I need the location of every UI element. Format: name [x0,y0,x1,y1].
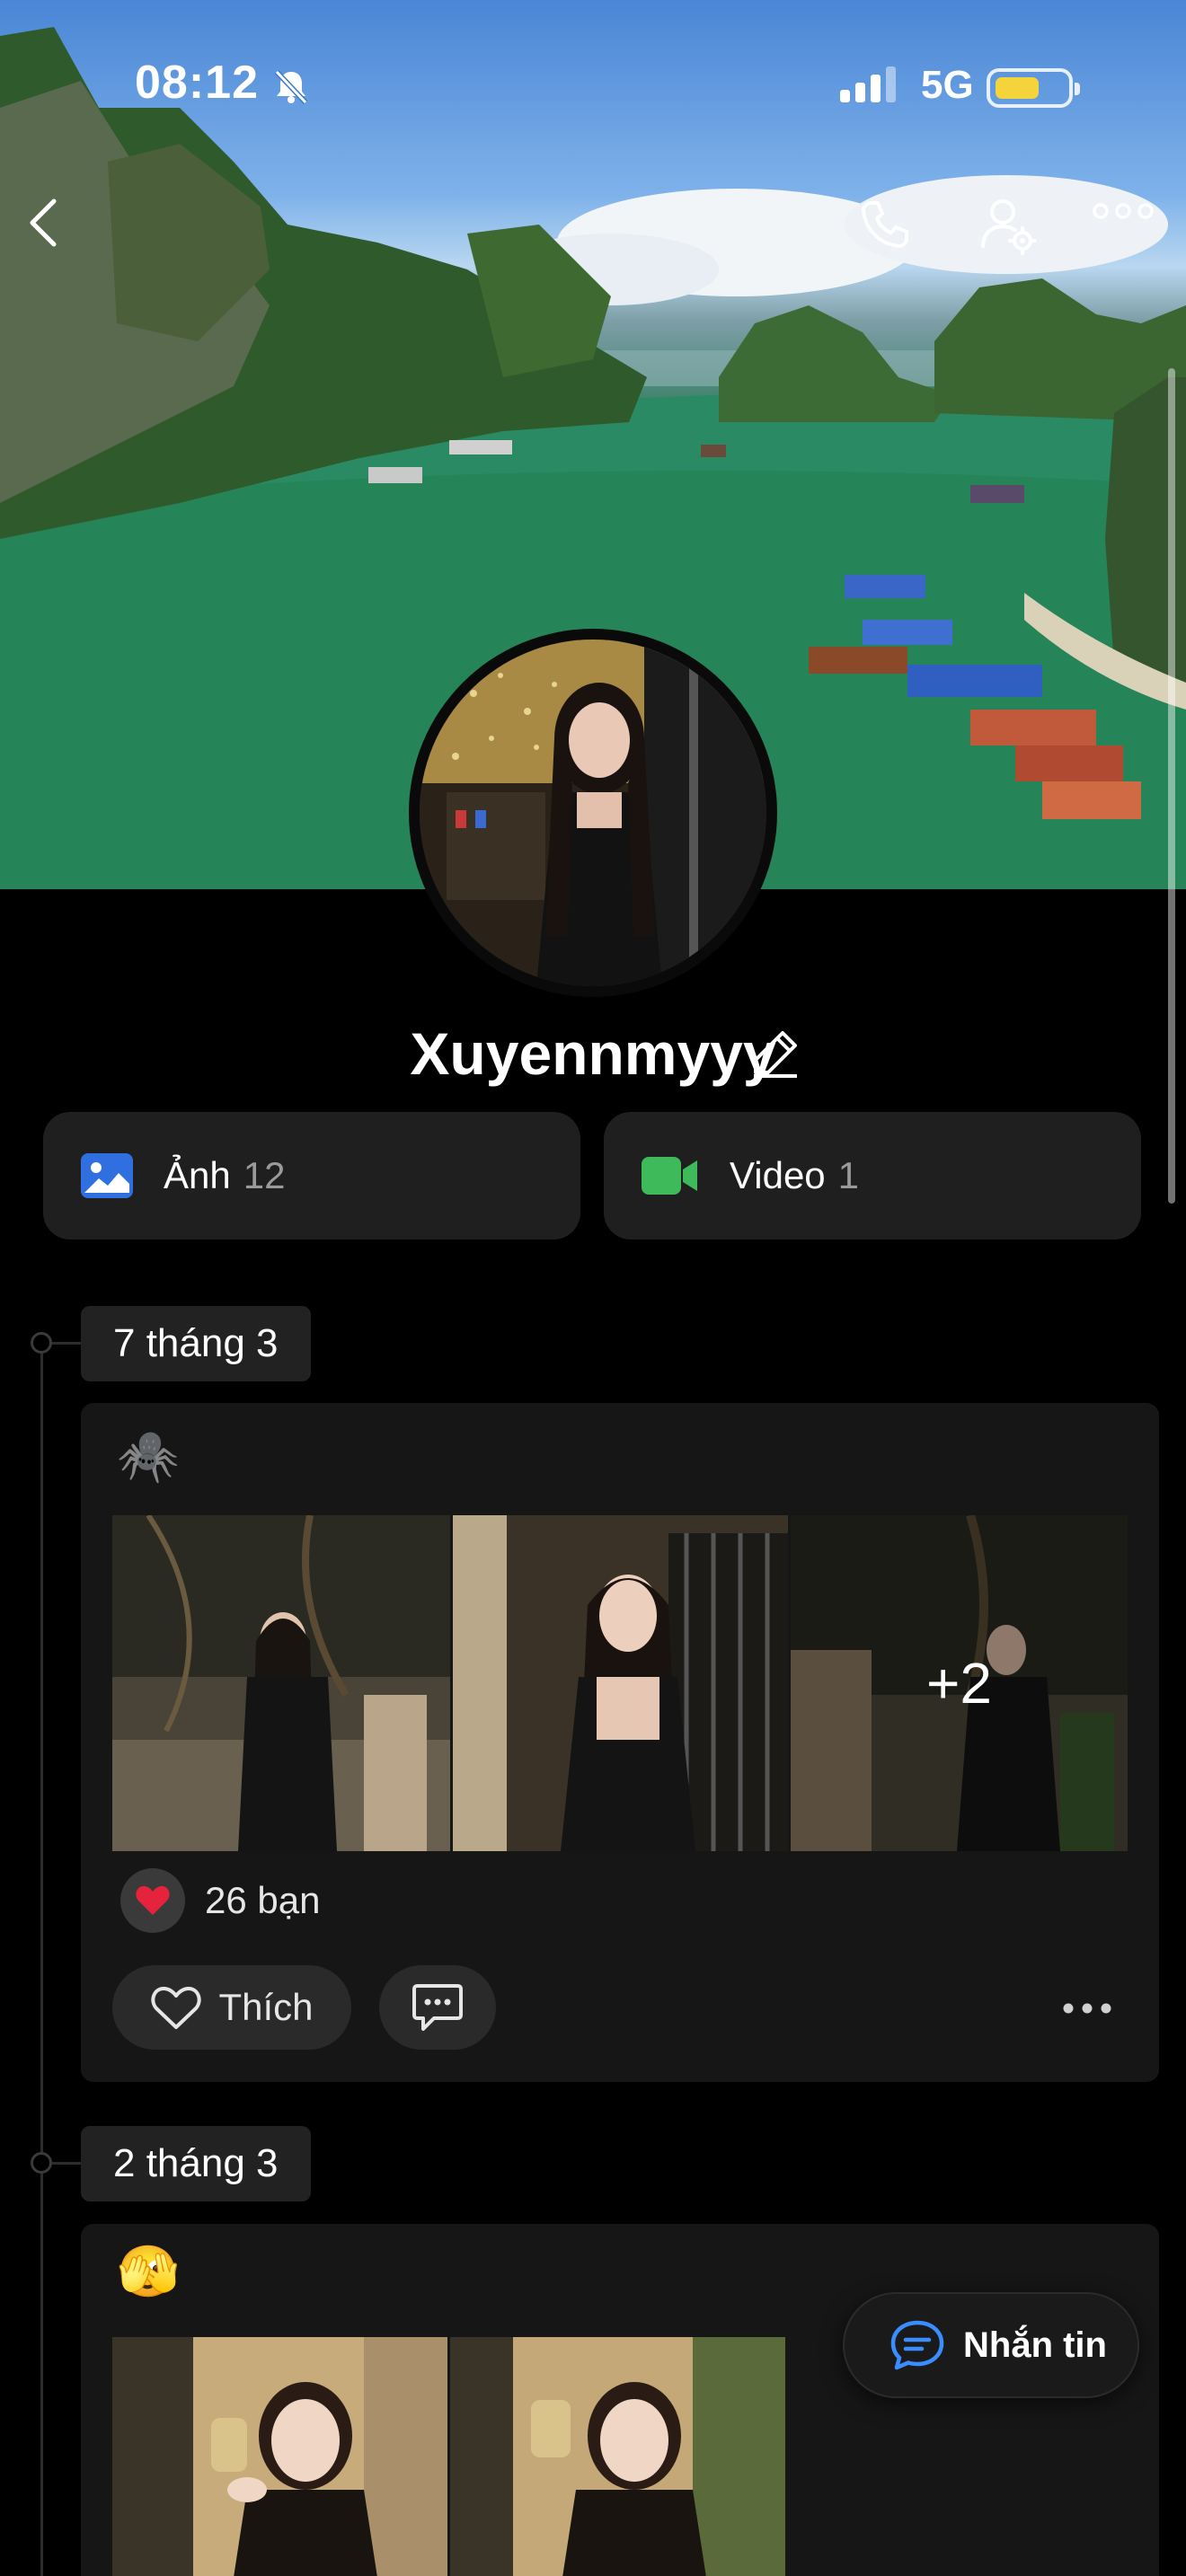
reaction-count: 26 bạn [205,1879,321,1921]
photo-image [453,1515,788,1851]
photo-image [112,1515,450,1851]
chat-bubble-icon [890,2320,944,2370]
timeline-connector [52,2162,81,2165]
call-button[interactable] [858,198,921,260]
timeline-line [40,1343,43,2576]
more-button[interactable] [1092,202,1164,256]
comment-button[interactable] [379,1965,496,2050]
post-photo[interactable] [112,1515,450,1851]
timeline-post[interactable]: 🕷️ +2 26 bạn Thích [81,1403,1159,2082]
video-camera-icon [642,1157,697,1195]
edit-name-button[interactable] [750,1028,801,1082]
videos-count: 1 [837,1154,860,1196]
videos-label: Video [730,1154,826,1196]
pencil-icon [754,1031,797,1078]
timeline-connector [52,1342,81,1345]
post-more-button[interactable] [1051,1983,1123,2033]
timeline-post[interactable]: 🫣 [81,2224,1159,2576]
avatar-photo [420,640,766,986]
heart-reaction-icon [120,1868,185,1933]
post-photo-more[interactable]: +2 [791,1515,1128,1851]
phone-icon [862,201,908,248]
chevron-left-icon [30,198,57,247]
profile-settings-button[interactable] [979,196,1046,262]
back-button[interactable] [27,198,81,251]
post-photo[interactable] [453,1515,788,1851]
post-caption-emoji: 🫣 [117,2243,180,2299]
like-button[interactable]: Thích [112,1965,351,2050]
videos-button[interactable]: Video 1 [604,1112,1141,1239]
timeline-dot [31,2152,52,2174]
photos-label: Ảnh [164,1154,231,1196]
photos-count: 12 [243,1154,286,1196]
post-caption-emoji: 🕷️ [117,1427,180,1484]
timeline-dot [31,1332,52,1354]
photos-button[interactable]: Ảnh 12 [43,1112,580,1239]
battery-icon [987,68,1080,108]
post-photo[interactable] [112,2337,447,2576]
message-button-label: Nhắn tin [963,2325,1107,2365]
date-chip: 7 tháng 3 [81,1306,311,1381]
like-label: Thích [218,1986,314,2028]
date-chip: 2 tháng 3 [81,2126,311,2201]
photo-image [450,2337,785,2576]
message-button[interactable]: Nhắn tin [843,2292,1139,2398]
avatar[interactable] [409,629,777,997]
post-photo[interactable] [450,2337,785,2576]
profile-name: Xuyennmyyy [410,1020,776,1087]
user-settings-icon [981,199,1037,255]
photo-image [112,2337,447,2576]
comment-icon [412,1984,463,2031]
status-time: 08:12 [135,57,259,109]
more-horizontal-icon [1063,2003,1111,2014]
more-photos-count: +2 [791,1515,1128,1851]
heart-icon [151,1987,202,2029]
reactions-summary[interactable]: 26 bạn [120,1868,320,1933]
image-icon [81,1153,133,1198]
more-horizontal-icon [1093,203,1154,219]
network-type: 5G [921,63,974,107]
